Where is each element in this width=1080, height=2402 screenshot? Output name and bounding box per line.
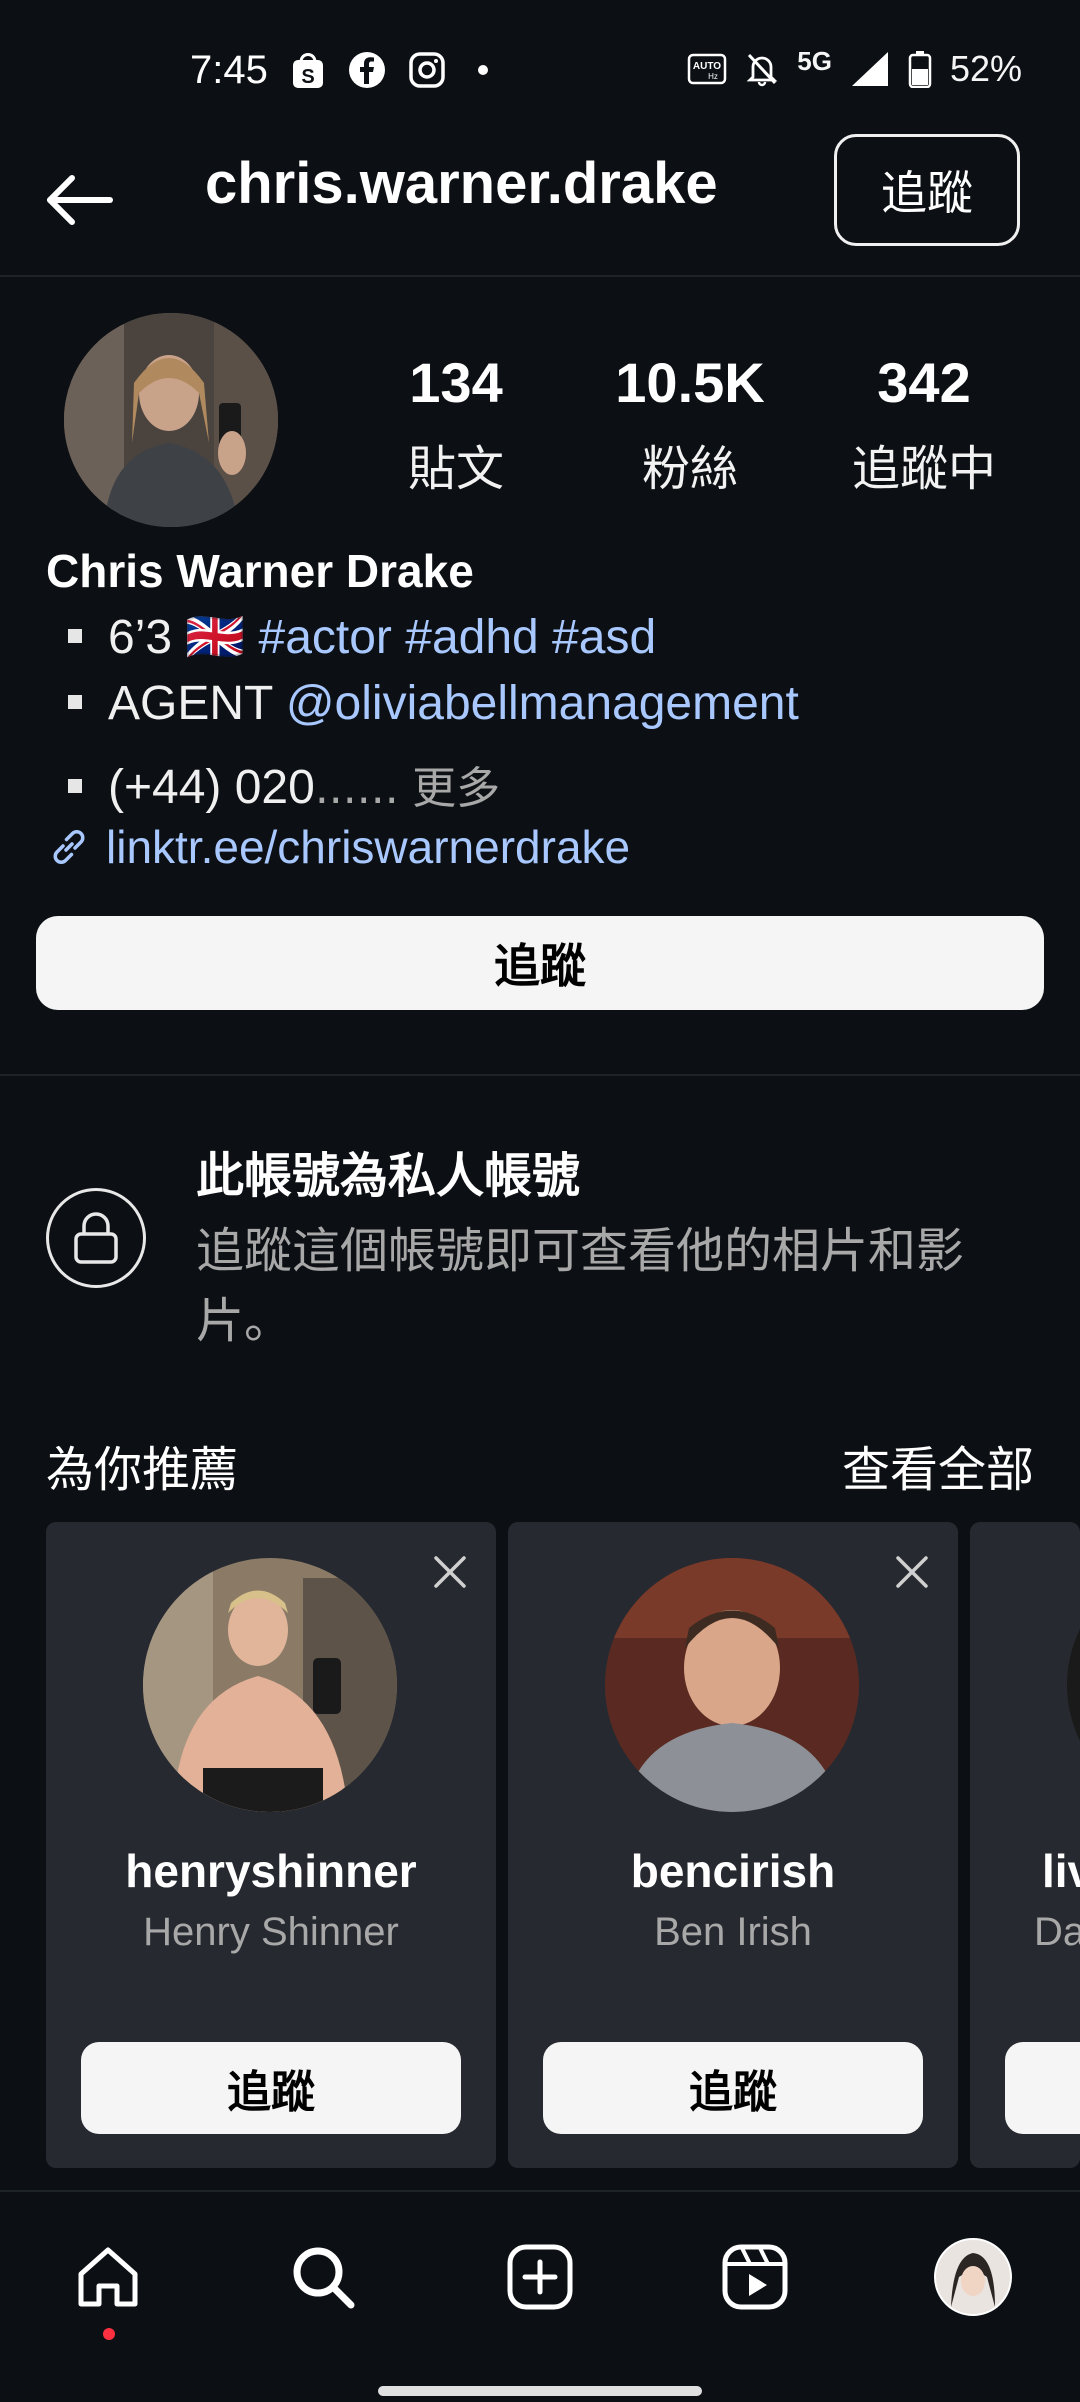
bullet <box>68 779 82 794</box>
network-label: 5G <box>797 45 832 76</box>
home-icon <box>78 2247 138 2307</box>
bio-phone: (+44) 020 <box>108 761 315 814</box>
close-icon[interactable] <box>892 1552 932 1592</box>
private-account-title: 此帳號為私人帳號 <box>196 1148 581 1204</box>
status-notification-icons: S <box>290 50 498 90</box>
suggestion-username: henryshinner <box>125 1845 417 1897</box>
see-all-link[interactable]: 查看全部 <box>842 1430 1034 1500</box>
reels-icon <box>722 2244 788 2310</box>
private-account-description: 追蹤這個帳號即可查看他的相片和影片。 <box>196 1223 965 1349</box>
notification-dot <box>103 2328 115 2340</box>
auto-hz-icon: AUTOHz <box>688 53 727 85</box>
stat-following-label: 追蹤中 <box>851 441 996 497</box>
search-icon <box>293 2247 355 2309</box>
signal-icon <box>851 52 888 86</box>
dot-icon <box>478 65 488 75</box>
bell-off-icon <box>746 53 778 87</box>
stat-followers[interactable]: 10.5K 粉絲 <box>590 350 790 499</box>
profile-avatar[interactable] <box>64 313 278 527</box>
instagram-icon <box>409 52 445 88</box>
nav-home[interactable] <box>63 2232 153 2340</box>
suggestion-card-partial[interactable]: liv Da <box>970 1522 1080 2168</box>
svg-text:S: S <box>301 66 314 88</box>
nav-search[interactable] <box>278 2232 368 2322</box>
status-system-icons: AUTO Hz 5G 52% <box>687 45 1022 90</box>
suggestion-follow-button[interactable] <box>1005 2042 1080 2134</box>
follow-button[interactable]: 追蹤 <box>36 916 1044 1010</box>
nav-reels[interactable] <box>710 2232 800 2322</box>
lock-icon <box>46 1188 146 1288</box>
section-divider <box>0 1074 1080 1076</box>
facebook-icon <box>349 52 385 88</box>
stat-posts-value: 134 <box>409 351 503 414</box>
back-arrow-icon[interactable] <box>40 160 120 240</box>
svg-text:Hz: Hz <box>708 72 718 81</box>
stat-followers-label: 粉絲 <box>641 441 738 497</box>
header-follow-button[interactable]: 追蹤 <box>834 134 1020 246</box>
suggestion-avatar[interactable] <box>605 1558 859 1812</box>
bio-line-1: 6’3 🇬🇧 #actor #adhd #asd <box>68 608 656 665</box>
bio-agent-mention[interactable]: @oliviabellmanagement <box>286 677 799 730</box>
stat-followers-value: 10.5K <box>615 351 765 414</box>
status-time: 7:45 <box>190 48 268 92</box>
suggestion-username: liv <box>1042 1845 1080 1897</box>
close-icon[interactable] <box>430 1552 470 1592</box>
bio-height-flag: 6’3 🇬🇧 <box>108 611 246 664</box>
suggestion-name: Henry Shinner <box>143 1910 399 1954</box>
suggestion-name: Da <box>1034 1910 1080 1954</box>
bio-ellipsis: ...... <box>314 763 399 814</box>
profile-photo <box>64 313 278 527</box>
profile-avatar-icon <box>934 2238 1012 2316</box>
home-indicator[interactable] <box>378 2386 702 2396</box>
svg-text:AUTO: AUTO <box>693 61 721 72</box>
suggestion-card[interactable]: bencirish Ben Irish 追蹤 <box>508 1522 958 2168</box>
suggestion-username: bencirish <box>630 1845 836 1897</box>
suggestion-card[interactable]: henryshinner Henry Shinner 追蹤 <box>46 1522 496 2168</box>
suggestion-follow-button[interactable]: 追蹤 <box>543 2042 923 2134</box>
nav-profile[interactable] <box>928 2232 1018 2322</box>
status-bar: 7:45 S AUTO Hz 5G 52% <box>0 0 1080 140</box>
nav-create[interactable] <box>495 2232 585 2322</box>
suggestion-name: Ben Irish <box>654 1910 812 1954</box>
profile-link-text: linktr.ee/chriswarnerdrake <box>106 821 631 873</box>
bullet <box>68 695 82 710</box>
stat-following-value: 342 <box>877 351 971 414</box>
suggestion-follow-button[interactable]: 追蹤 <box>81 2042 461 2134</box>
battery-icon <box>908 51 932 88</box>
bio-more-link[interactable]: 更多 <box>412 763 500 814</box>
stat-posts[interactable]: 134 貼文 <box>356 350 556 499</box>
stat-following[interactable]: 342 追蹤中 <box>824 350 1024 499</box>
bio-line-3: (+44) 020...... 更多 <box>68 752 500 816</box>
suggestion-avatar[interactable] <box>1067 1558 1080 1812</box>
suggestion-avatar[interactable] <box>143 1558 397 1812</box>
profile-username: chris.warner.drake <box>205 151 718 216</box>
battery-percent: 52% <box>949 48 1022 89</box>
link-icon <box>53 830 85 864</box>
create-icon <box>507 2244 573 2310</box>
bio-agent-label: AGENT <box>108 677 273 730</box>
shopee-icon: S <box>293 53 323 88</box>
bio-line-2: AGENT @oliviabellmanagement <box>68 676 799 731</box>
profile-full-name: Chris Warner Drake <box>46 545 474 597</box>
bullet <box>68 629 82 644</box>
suggestions-title: 為你推薦 <box>46 1442 239 1498</box>
bio-hashtags[interactable]: #actor #adhd #asd <box>259 611 657 664</box>
profile-link[interactable]: linktr.ee/chriswarnerdrake <box>46 820 630 874</box>
stat-posts-label: 貼文 <box>407 441 504 497</box>
header-divider <box>0 275 1080 277</box>
bottom-navigation <box>0 2190 1080 2402</box>
